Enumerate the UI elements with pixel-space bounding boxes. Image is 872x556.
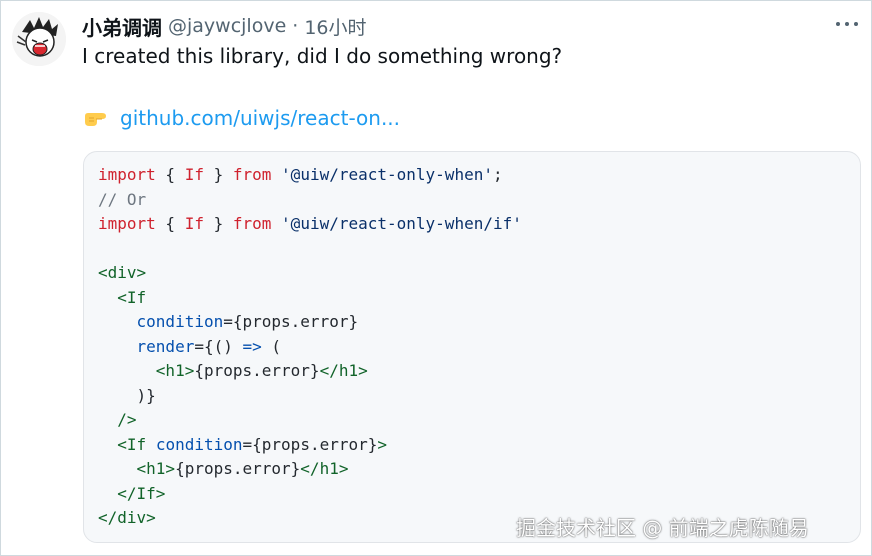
code-line: // Or — [98, 188, 522, 213]
more-button[interactable] — [832, 14, 862, 34]
tweet-header: 小弟调调 @jaywcjlove · 16小时 — [82, 12, 367, 40]
more-horizontal-icon — [836, 22, 858, 26]
code-token: { — [155, 214, 185, 233]
code-token: {props.error} — [175, 459, 301, 478]
code-token: ; — [492, 165, 503, 184]
code-line: import { If } from '@uiw/react-only-when… — [98, 163, 522, 188]
watermark: 掘金技术社区 @ 前端之虎陈随易 — [516, 516, 809, 540]
pointing-right-hand-icon — [85, 113, 106, 126]
code-token: <h1> — [155, 361, 195, 380]
avatar-cartoon-icon — [12, 12, 66, 66]
code-token: <div> — [98, 263, 147, 282]
code-line: condition={props.error} — [98, 310, 522, 335]
tweet-text: I created this library, did I do somethi… — [82, 44, 563, 68]
code-token: condition — [136, 312, 224, 331]
code-line: <div> — [98, 261, 522, 286]
code-token: ( — [261, 336, 282, 356]
code-line: <If — [98, 286, 522, 311]
code-token: { — [155, 165, 185, 184]
avatar[interactable] — [12, 12, 66, 66]
author-handle[interactable]: @jaywcjlove — [168, 15, 286, 37]
code-token: } — [203, 214, 233, 233]
code-token: } — [203, 165, 233, 184]
code-line: <If condition={props.error}> — [98, 433, 522, 458]
code-token: '@uiw/react-only-when/if' — [281, 214, 522, 233]
code-token: => — [242, 336, 262, 356]
code-token: > — [377, 434, 388, 454]
code-token: /> — [117, 410, 137, 429]
code-token: ={() — [194, 336, 243, 356]
code-token: ={props.error} — [223, 312, 359, 331]
code-token: ={props.error} — [242, 434, 378, 454]
github-link[interactable]: github.com/uiwjs/react-on... — [120, 106, 400, 130]
code-token: <If — [117, 434, 147, 454]
code-line: render={() => ( — [98, 335, 522, 360]
code-token: <h1> — [136, 459, 176, 478]
code-token: {props.error} — [194, 361, 320, 380]
code-token: from — [232, 165, 272, 184]
code-line: )} — [98, 384, 522, 409]
code-line: import { If } from '@uiw/react-only-when… — [98, 212, 522, 237]
code-block: import { If } from '@uiw/react-only-when… — [98, 163, 522, 531]
author-name[interactable]: 小弟调调 — [82, 12, 162, 41]
code-token: </h1> — [319, 361, 368, 380]
code-line: </If> — [98, 482, 522, 507]
code-token: '@uiw/react-only-when' — [281, 165, 493, 184]
separator-dot: · — [292, 15, 299, 37]
code-token: import — [98, 214, 156, 233]
timestamp[interactable]: 16小时 — [304, 13, 366, 40]
code-token: </h1> — [300, 459, 349, 478]
code-token: If — [184, 214, 204, 233]
code-token: from — [232, 214, 272, 233]
code-token: If — [184, 165, 204, 184]
code-token: condition — [155, 434, 243, 454]
code-token: </div> — [98, 508, 156, 527]
code-token: render — [136, 336, 195, 356]
code-token: // Or — [98, 189, 147, 209]
link-line: github.com/uiwjs/react-on... — [82, 104, 400, 132]
code-token: <If — [117, 287, 147, 307]
code-token: )} — [98, 385, 156, 405]
code-line: <h1>{props.error}</h1> — [98, 457, 522, 482]
code-image[interactable]: import { If } from '@uiw/react-only-when… — [83, 151, 861, 543]
code-line: <h1>{props.error}</h1> — [98, 359, 522, 384]
code-token: import — [98, 165, 156, 184]
code-token: </If> — [117, 483, 166, 503]
code-line: /> — [98, 408, 522, 433]
code-line: </div> — [98, 506, 522, 531]
